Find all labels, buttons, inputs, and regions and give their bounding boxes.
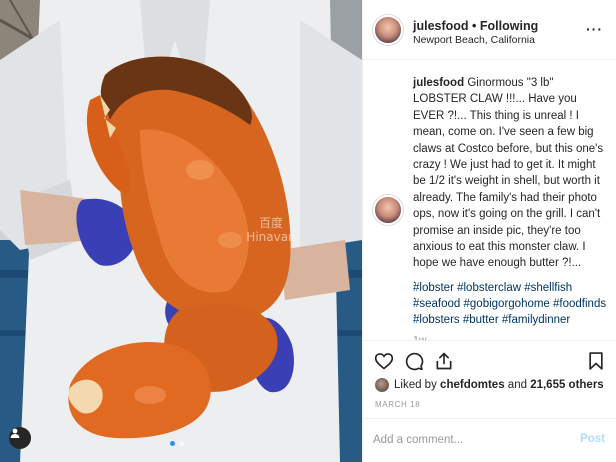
comment-button[interactable] <box>403 350 425 372</box>
bookmark-icon <box>589 352 603 370</box>
caption-author-avatar[interactable] <box>373 195 403 225</box>
share-icon <box>436 352 452 370</box>
likes-count[interactable]: 21,655 others <box>530 379 604 391</box>
more-horizontal-icon: ··· <box>586 21 603 37</box>
caption-hashtags[interactable]: #lobster #lobsterclaw #shellfish #seafoo… <box>413 280 609 328</box>
liker-username[interactable]: chefdomtes <box>440 379 505 391</box>
post-sidebar: julesfood • Following Newport Beach, Cal… <box>362 0 616 462</box>
lobster-claw-image <box>0 0 362 462</box>
post-comment-button[interactable]: Post <box>580 433 605 445</box>
likes-prefix: Liked by <box>394 379 437 391</box>
photo-watermark: 百度 Hinavan <box>246 216 296 244</box>
carousel-dot-active <box>170 441 175 446</box>
follow-separator: • <box>468 19 480 33</box>
author-username[interactable]: julesfood <box>413 19 469 33</box>
like-button[interactable] <box>373 350 395 372</box>
post-actions: Liked by chefdomtes and 21,655 others MA… <box>363 340 616 424</box>
carousel-dot <box>179 441 184 446</box>
comment-icon <box>405 352 424 371</box>
add-comment-section: Post <box>363 418 616 462</box>
post-header: julesfood • Following Newport Beach, Cal… <box>363 0 616 60</box>
more-options-button[interactable]: ··· <box>586 21 603 37</box>
header-title-line: julesfood • Following <box>413 19 538 33</box>
likes-summary[interactable]: Liked by chefdomtes and 21,655 others <box>375 377 604 393</box>
user-icon <box>10 428 20 438</box>
post-location[interactable]: Newport Beach, California <box>413 34 535 46</box>
tagged-users-button[interactable] <box>9 427 31 449</box>
caption-section: julesfood Ginormous "3 lb" LOBSTER CLAW … <box>363 60 616 340</box>
author-avatar[interactable] <box>373 15 403 45</box>
comment-input[interactable] <box>373 429 563 451</box>
likes-middle: and <box>507 379 527 391</box>
post-photo[interactable]: 百度 Hinavan <box>0 0 362 462</box>
liker-avatar <box>375 378 389 392</box>
save-button[interactable] <box>585 350 607 372</box>
caption-username[interactable]: julesfood <box>413 77 464 89</box>
following-button[interactable]: Following <box>480 19 538 33</box>
carousel-indicator <box>170 441 184 446</box>
share-button[interactable] <box>433 350 455 372</box>
heart-icon <box>374 353 394 370</box>
post-date: MARCH 18 <box>375 400 421 409</box>
